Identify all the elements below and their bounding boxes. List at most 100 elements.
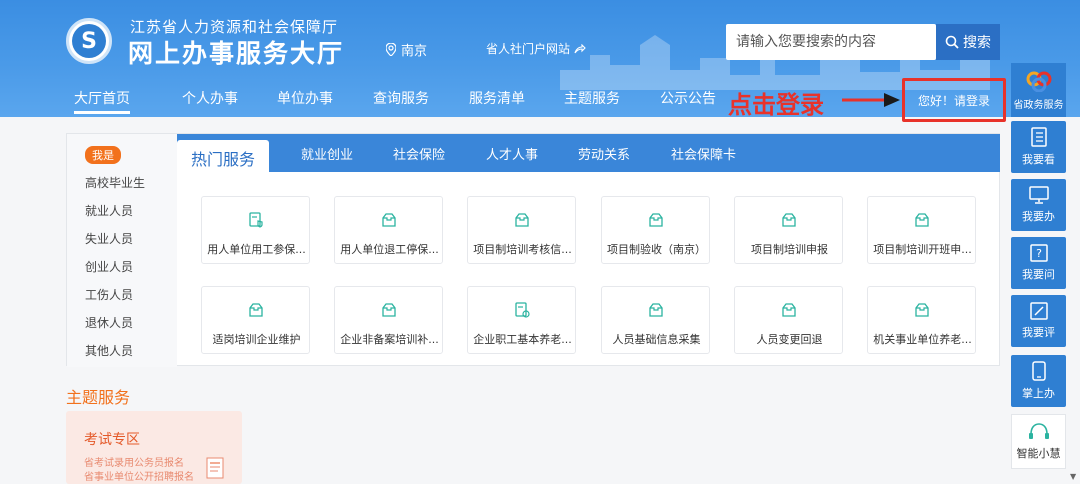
sidebar-handle-button[interactable]: 我要办 [1011,179,1066,231]
service-label: 项目制培训申报 [751,243,828,256]
inbox-icon [382,303,396,317]
service-card[interactable]: 适岗培训企业维护 [201,286,310,354]
monitor-icon [1028,186,1049,204]
user-type-entrepreneur[interactable]: 创业人员 [85,258,133,275]
sidebar-handle-label: 我要办 [1022,210,1055,223]
exam-zone-title: 考试专区 [84,432,140,448]
annotation-arrow-icon [842,93,900,107]
sidebar-ask-button[interactable]: ? 我要问 [1011,237,1066,289]
provincial-services-button[interactable]: 省政务服务 [1011,63,1066,117]
user-type-other[interactable]: 其他人员 [85,342,133,359]
nav-announcements[interactable]: 公示公告 [660,88,716,108]
tab-labor-relations[interactable]: 劳动关系 [578,144,630,163]
exam-zone-card[interactable]: 考试专区 省考试录用公务员报名 省事业单位公开招聘报名 [66,411,242,484]
sidebar-rate-label: 我要评 [1022,326,1055,339]
service-card[interactable]: 企业职工基本养老... [467,286,576,354]
search-input[interactable] [726,24,936,60]
nav-personal[interactable]: 个人办事 [182,88,238,108]
sidebar-view-button[interactable]: 我要看 [1011,121,1066,173]
headset-icon [1028,423,1049,439]
login-button[interactable]: 您好！请登录 [902,78,1006,122]
service-card[interactable]: 人员基础信息采集 [601,286,710,354]
user-type-graduate[interactable]: 高校毕业生 [85,174,145,191]
inbox-icon [649,213,663,227]
service-card[interactable]: 项目制培训申报 [734,196,843,264]
location-label: 南京 [401,44,428,59]
share-arrow-icon [574,43,586,53]
inbox-icon [249,303,263,317]
nav-service-list[interactable]: 服务清单 [469,88,525,108]
service-card[interactable]: 企业非备案培训补... [334,286,443,354]
exam-link-civil-servant[interactable]: 省考试录用公务员报名 [84,454,184,469]
nav-query[interactable]: 查询服务 [373,88,429,108]
svg-text:?: ? [1036,247,1042,260]
tab-employment[interactable]: 就业创业 [301,144,353,163]
inbox-icon [782,303,796,317]
nav-company[interactable]: 单位办事 [277,88,333,108]
inbox-icon [515,213,529,227]
document-shield-icon [249,212,263,228]
service-card[interactable]: 用人单位用工参保... [201,196,310,264]
user-type-injured[interactable]: 工伤人员 [85,286,133,303]
logo-s-mark: S [72,24,106,58]
inbox-icon [915,213,929,227]
search-icon [945,35,959,49]
service-label: 用人单位用工参保... [207,243,306,256]
tab-social-insurance[interactable]: 社会保险 [393,144,445,163]
sidebar-rate-button[interactable]: 我要评 [1011,295,1066,347]
i-am-badge: 我是 [85,146,121,164]
inbox-icon [382,213,396,227]
search-button-label: 搜索 [963,35,991,51]
service-label: 项目制验收（南京） [607,243,706,256]
user-type-list: 我是 高校毕业生 就业人员 失业人员 创业人员 工伤人员 退休人员 其他人员 [67,134,177,367]
tab-hot-services[interactable]: 热门服务 [177,140,270,172]
service-label: 项目制培训考核信... [473,243,572,256]
exam-link-public-institution[interactable]: 省事业单位公开招聘报名 [84,468,194,483]
service-card[interactable]: 用人单位退工停保... [334,196,443,264]
service-card[interactable]: 项目制培训考核信... [467,196,576,264]
ai-assistant-label: 智能小慧 [1016,447,1061,460]
portal-link[interactable]: 省人社门户网站 [486,40,586,57]
service-card[interactable]: 机关事业单位养老... [867,286,976,354]
book-icon [1030,127,1047,147]
service-label: 用人单位退工停保... [340,243,439,256]
click-login-annotation: 点击登录 [728,91,824,119]
tab-social-card[interactable]: 社会保障卡 [671,144,736,163]
inbox-icon [915,303,929,317]
service-label: 人员基础信息采集 [612,333,701,346]
service-label: 适岗培训企业维护 [212,333,301,346]
login-label: 您好！请登录 [917,93,990,108]
provincial-services-label: 省政务服务 [1013,99,1064,111]
portal-link-label: 省人社门户网站 [486,42,571,56]
nav-home[interactable]: 大厅首页 [74,88,130,114]
user-type-employed[interactable]: 就业人员 [85,202,133,219]
phone-icon [1031,361,1046,381]
user-type-retired[interactable]: 退休人员 [85,314,133,331]
service-card[interactable]: 项目制验收（南京） [601,196,710,264]
sidebar-mobile-button[interactable]: 掌上办 [1011,355,1066,407]
search-button[interactable]: 搜索 [936,24,1000,60]
ministry-logo[interactable]: S [66,18,112,64]
service-card[interactable]: 项目制培训开班申... [867,196,976,264]
location-selector[interactable]: 南京 [386,40,427,59]
sidebar-view-label: 我要看 [1022,153,1055,166]
theme-section-title: 主题服务 [66,388,131,407]
question-icon: ? [1029,244,1048,262]
edit-icon [1029,302,1048,320]
colorful-knot-icon [1026,71,1051,92]
service-label: 企业非备案培训补... [340,333,439,346]
service-label: 企业职工基本养老... [473,333,572,346]
service-tabs: 热门服务 就业创业 社会保险 人才人事 劳动关系 社会保障卡 [177,134,1000,172]
inbox-icon [782,213,796,227]
ai-assistant-button[interactable]: 智能小慧 [1011,414,1066,469]
scroll-down-arrow-icon[interactable]: ▼ [1070,472,1076,481]
service-card[interactable]: 人员变更回退 [734,286,843,354]
exam-paper-icon [206,457,224,479]
tab-talent[interactable]: 人才人事 [486,144,538,163]
user-type-unemployed[interactable]: 失业人员 [85,230,133,247]
nav-theme[interactable]: 主题服务 [564,88,620,108]
sidebar-ask-label: 我要问 [1022,268,1055,281]
service-label: 人员变更回退 [756,333,823,346]
document-coin-icon [515,302,530,318]
service-panel: 我是 高校毕业生 就业人员 失业人员 创业人员 工伤人员 退休人员 其他人员 热… [66,133,1000,367]
